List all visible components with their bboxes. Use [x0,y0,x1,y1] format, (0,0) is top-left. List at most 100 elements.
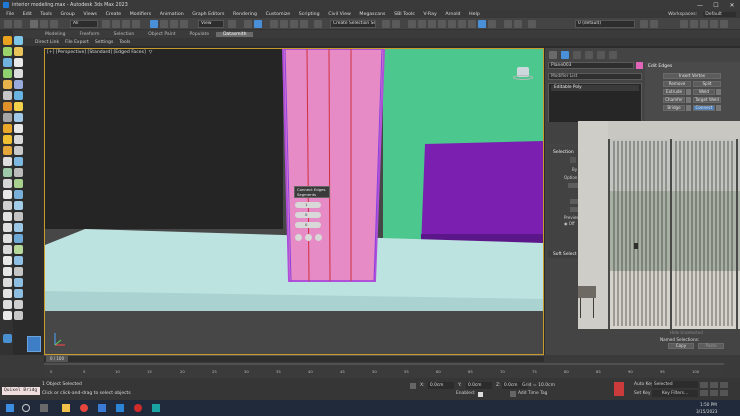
create-window-icon[interactable] [14,157,23,166]
select-object-icon[interactable] [102,20,110,28]
caddy-apply-icon[interactable] [305,234,312,241]
spinner-snap-icon[interactable] [300,20,308,28]
windows-start-icon[interactable] [6,404,14,412]
modifier-list-dropdown[interactable]: Modifier List [548,73,642,80]
zoom-icon[interactable] [700,382,708,388]
create-light-icon[interactable] [3,102,12,111]
keyboard-shortcut-override-icon[interactable] [254,20,262,28]
create-point-icon[interactable] [3,311,12,320]
render-frame-icon[interactable] [478,20,486,28]
menu-vray[interactable]: V-Ray [419,12,441,17]
bridge-button[interactable]: Bridge [663,105,685,111]
create-scatter-icon[interactable] [3,201,12,210]
modify-tab-icon[interactable] [561,51,569,59]
menu-graph-editors[interactable]: Graph Editors [188,12,229,17]
stack-item-editable-poly[interactable]: Editable Poly [551,85,639,91]
store-icon[interactable] [98,404,106,412]
create-boolean-icon[interactable] [3,190,12,199]
create-terrain-icon[interactable] [3,212,12,221]
menu-modifiers[interactable]: Modifiers [125,12,155,17]
track-bar[interactable]: 0 5 10 15 20 25 30 35 40 45 50 55 60 65 … [44,362,724,377]
vray-frame-buffer-icon[interactable] [514,20,522,28]
create-plane-icon[interactable] [14,58,23,67]
pinch-spinner[interactable]: 0 [295,212,321,218]
menu-civil-view[interactable]: Civil View [324,12,355,17]
ribbon-toggle-icon[interactable] [428,20,436,28]
create-biped-icon[interactable] [3,278,12,287]
link-icon[interactable] [30,20,38,28]
create-tube-icon[interactable] [14,69,23,78]
mirror-icon[interactable] [382,20,390,28]
opera-icon[interactable] [134,404,142,412]
settings-button[interactable]: Settings [92,40,116,45]
create-connect-icon[interactable] [14,201,23,210]
menu-arnold[interactable]: Arnold [441,12,465,17]
add-time-tag-button[interactable]: Add Time Tag [518,391,547,396]
hierarchy-tab-icon[interactable] [573,51,581,59]
extrude-settings-icon[interactable] [686,89,691,95]
create-mass-icon[interactable] [3,267,12,276]
render-production-icon[interactable] [488,20,496,28]
bind-space-warp-icon[interactable] [50,20,58,28]
caddy-ok-icon[interactable] [295,234,302,241]
create-torus-icon[interactable] [14,47,23,56]
create-stair-icon[interactable] [14,168,23,177]
schematic-view-icon[interactable] [448,20,456,28]
create-dummy-icon[interactable] [14,300,23,309]
shrink-button[interactable] [568,183,578,188]
create-spot-icon[interactable] [14,135,23,144]
create-geosphere-icon[interactable] [14,80,23,89]
named-selection-sets-dropdown[interactable]: Create Selection Se [330,20,376,28]
tab-modeling[interactable]: Modeling [38,32,72,37]
target-weld-button[interactable]: Target Weld [693,97,721,103]
chrome-icon[interactable] [80,404,88,412]
viewport-layout-icon[interactable] [710,20,718,28]
placement-icon[interactable] [180,20,188,28]
object-color-swatch[interactable] [636,62,643,69]
edge-icon[interactable] [116,404,124,412]
viewport-perspective[interactable]: [+] [Perspective] [Standard] [Edged Face… [44,48,544,355]
tab-selection[interactable]: Selection [107,32,142,37]
paste-button[interactable]: Paste [698,343,724,349]
undo-icon[interactable] [4,20,12,28]
create-fire-icon[interactable] [3,146,12,155]
render-icon[interactable] [690,20,698,28]
create-proboolean-icon[interactable] [3,223,12,232]
create-tab-icon[interactable] [549,51,557,59]
menu-tools[interactable]: Tools [36,12,56,17]
connect-button[interactable]: Connect [693,105,715,111]
layer-explorer-icon[interactable] [418,20,426,28]
create-sun-icon[interactable] [14,102,23,111]
selection-title[interactable]: Selection [553,150,574,155]
create-shapemerge-icon[interactable] [3,234,12,243]
create-foliage-icon[interactable] [14,179,23,188]
viewcube-mini-icon[interactable] [27,336,41,352]
create-box-icon[interactable] [3,36,12,45]
menu-create[interactable]: Create [101,12,125,17]
utilities-tab-icon[interactable] [609,51,617,59]
create-door-icon[interactable] [3,168,12,177]
remove-button[interactable]: Remove [663,81,691,87]
create-conform-icon[interactable] [3,245,12,254]
layer-dropdown[interactable]: 0 (default) [575,20,635,28]
vertex-mode-icon[interactable] [570,157,576,163]
reference-coord-dropdown[interactable]: View [198,20,224,28]
menu-animation[interactable]: Animation [155,12,188,17]
create-grid-helper-icon[interactable] [14,311,23,320]
create-cloth-icon[interactable] [14,256,23,265]
loop-button[interactable] [570,207,578,212]
file-export-button[interactable]: File Export [62,40,92,45]
hide-unselected-label[interactable]: Hide Unselected [670,330,730,336]
create-protractor-icon[interactable] [3,300,12,309]
layer-select-icon[interactable] [650,20,658,28]
create-cylinder-icon[interactable] [3,47,12,56]
menu-views[interactable]: Views [79,12,101,17]
scene-states-icon[interactable] [3,334,12,343]
tab-datasmith[interactable]: Datasmith [216,31,254,37]
slide-spinner[interactable]: 0 [295,222,321,228]
field-of-view-icon[interactable] [700,390,708,396]
connect-settings-icon[interactable] [716,105,721,111]
create-blobmesh-icon[interactable] [14,223,23,232]
align-icon[interactable] [392,20,400,28]
key-mode-dropdown[interactable]: Selected [652,381,698,388]
